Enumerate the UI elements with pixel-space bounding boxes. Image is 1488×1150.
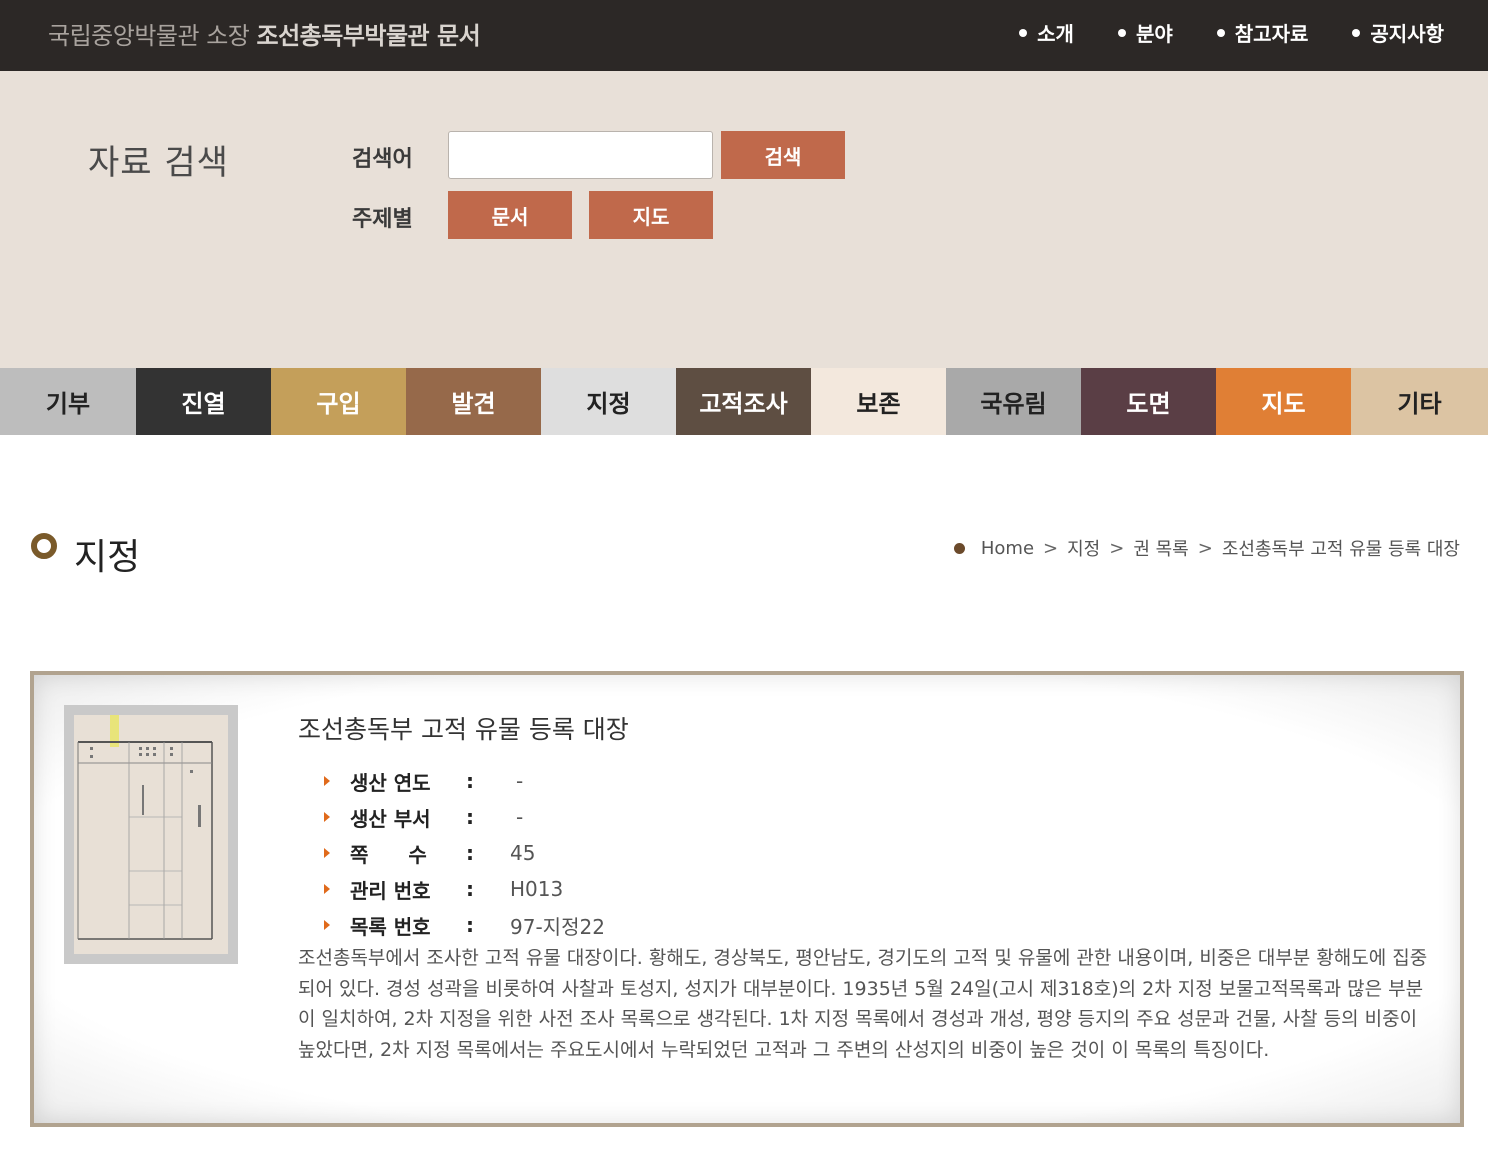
keyword-label: 검색어 (352, 147, 413, 172)
breadcrumb-current: 조선총독부 고적 유물 등록 대장 (1221, 539, 1460, 560)
subject-map-button[interactable]: 지도 (589, 191, 713, 239)
arrow-right-icon (324, 776, 330, 786)
arrow-right-icon (324, 812, 330, 822)
bullet-icon (1019, 28, 1028, 37)
search-panel: 자료 검색 검색어 검색 주제별 문서 지도 (0, 71, 1488, 368)
field-catalog-number: 목록 번호 : 97-지정22 (324, 907, 605, 943)
breadcrumb-home[interactable]: Home (981, 538, 1034, 559)
category-map[interactable]: 지도 (1216, 368, 1351, 435)
category-survey[interactable]: 고적조사 (676, 368, 811, 435)
site-title[interactable]: 국립중앙박물관 소장 조선총독부박물관 문서 (48, 16, 481, 51)
field-page-count: 쪽 수 : 45 (324, 835, 605, 871)
subject-label: 주제별 (352, 207, 413, 232)
category-designation[interactable]: 지정 (541, 368, 676, 435)
breadcrumb-separator-icon: > (1043, 537, 1059, 559)
breadcrumb-dot-icon (953, 542, 965, 554)
top-nav: 소개 분야 참고자료 공지사항 (1019, 18, 1444, 47)
category-discovery[interactable]: 발견 (406, 368, 541, 435)
breadcrumb: Home > 지정 > 권 목록 > 조선총독부 고적 유물 등록 대장 (953, 535, 1460, 561)
nav-notice[interactable]: 공지사항 (1352, 18, 1444, 47)
record-fields: 생산 연도 : - 생산 부서 : - 쪽 수 : 45 관리 번호 : H01… (324, 763, 605, 943)
nav-field[interactable]: 분야 (1117, 18, 1173, 47)
breadcrumb-separator-icon: > (1109, 537, 1125, 559)
top-bar: 국립중앙박물관 소장 조선총독부박물관 문서 소개 분야 참고자료 공지사항 (0, 0, 1488, 71)
record-title: 조선총독부 고적 유물 등록 대장 (298, 715, 629, 744)
site-title-main: 조선총독부박물관 문서 (256, 22, 481, 50)
page-title: 지정 (74, 537, 141, 578)
bullet-icon (1117, 28, 1126, 37)
category-donation[interactable]: 기부 (0, 368, 136, 435)
category-etc[interactable]: 기타 (1351, 368, 1488, 435)
breadcrumb-designation[interactable]: 지정 (1067, 535, 1100, 561)
category-purchase[interactable]: 구입 (271, 368, 406, 435)
breadcrumb-volume-list[interactable]: 권 목록 (1133, 535, 1188, 561)
nav-reference[interactable]: 참고자료 (1216, 18, 1308, 47)
record-description: 조선총독부에서 조사한 고적 유물 대장이다. 황해도, 경상북도, 평안남도,… (298, 947, 1428, 1061)
field-production-department: 생산 부서 : - (324, 799, 605, 835)
search-button[interactable]: 검색 (721, 131, 845, 179)
field-production-year: 생산 연도 : - (324, 763, 605, 799)
record-card: 조선총독부 고적 유물 등록 대장 생산 연도 : - 생산 부서 : - 쪽 … (30, 671, 1464, 1127)
document-thumbnail[interactable] (64, 705, 238, 964)
category-exhibit[interactable]: 진열 (136, 368, 271, 435)
title-ring-icon (31, 533, 57, 559)
site-title-prefix: 국립중앙박물관 소장 (48, 22, 250, 50)
breadcrumb-separator-icon: > (1197, 537, 1213, 559)
arrow-right-icon (324, 848, 330, 858)
document-page-image (74, 715, 228, 954)
nav-intro[interactable]: 소개 (1019, 18, 1074, 47)
bullet-icon (1352, 28, 1361, 37)
category-national-forest[interactable]: 국유림 (946, 368, 1081, 435)
category-drawing[interactable]: 도면 (1081, 368, 1216, 435)
subject-document-button[interactable]: 문서 (448, 191, 572, 239)
category-bar: 기부 진열 구입 발견 지정 고적조사 보존 국유림 도면 지도 기타 (0, 368, 1488, 435)
search-input[interactable] (448, 131, 713, 179)
search-heading: 자료 검색 (88, 143, 229, 183)
field-management-number: 관리 번호 : H013 (324, 871, 605, 907)
arrow-right-icon (324, 884, 330, 894)
bullet-icon (1216, 28, 1225, 37)
category-preservation[interactable]: 보존 (811, 368, 946, 435)
arrow-right-icon (324, 920, 330, 930)
